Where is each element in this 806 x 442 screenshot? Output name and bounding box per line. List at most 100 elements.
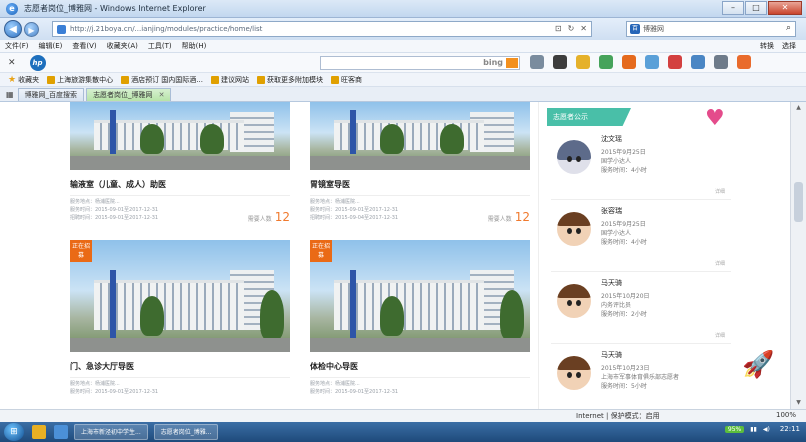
position-card[interactable]: 胃镜室导医 服务地点：杨浦医院... 服务时间：2015-09-01至2017-… <box>310 102 530 224</box>
fav-item-label: 酒店预订 国内国际酒... <box>131 75 203 84</box>
scroll-down-icon[interactable]: ▼ <box>794 399 803 407</box>
compat-icon[interactable]: ⊡ <box>555 24 562 33</box>
taskbar-item[interactable]: 上海市新泾初中学生... <box>74 424 148 440</box>
menu-tools[interactable]: 工具(T) <box>143 41 177 51</box>
hp-toolbar: ✕ hp bing <box>0 53 806 73</box>
search-icon[interactable]: ⌕ <box>786 23 791 33</box>
fav-item[interactable]: 获取更多附加模块 <box>256 75 323 85</box>
battery-indicator[interactable]: 95% <box>724 425 745 433</box>
volunteer-item[interactable]: 张容瑞 2015年9月25日 国学小达人 服务时间：4小时 详细 <box>551 202 731 272</box>
menu-file[interactable]: 文件(F) <box>0 41 34 51</box>
menu-favorites[interactable]: 收藏夹(A) <box>102 41 143 51</box>
volunteer-sidebar: 志愿者公示 ♥ 沈文瑶 2015年9月25日 国学小达人 服务时间：4小时 详细… <box>538 102 738 409</box>
menu-help[interactable]: 帮助(H) <box>177 41 212 51</box>
menu-view[interactable]: 查看(V) <box>67 41 101 51</box>
toolbar-search-input[interactable]: bing <box>320 56 520 70</box>
clock[interactable]: 22:11 <box>780 425 800 433</box>
tool-10-icon[interactable] <box>737 55 751 69</box>
tree-shape <box>140 124 164 154</box>
position-card[interactable]: 输液室（儿童、成人）助医 服务地点：杨浦医院... 服务时间：2015-09-0… <box>70 102 290 224</box>
avatar <box>557 284 591 318</box>
ie-taskbar-icon[interactable] <box>54 425 68 439</box>
tool-5-icon[interactable] <box>622 55 636 69</box>
fav-item[interactable]: 建议网站 <box>210 75 249 85</box>
card-title[interactable]: 胃镜室导医 <box>310 179 530 190</box>
menu-right-group: 转换 选择 <box>760 41 796 51</box>
tab-close-icon[interactable]: ✕ <box>159 91 165 99</box>
explorer-icon[interactable] <box>32 425 46 439</box>
volunteer-item[interactable]: 沈文瑶 2015年9月25日 国学小达人 服务时间：4小时 详细 <box>551 130 731 200</box>
tree-shape <box>500 290 524 340</box>
toolbar-search-go-button[interactable] <box>506 58 518 68</box>
maximize-button[interactable]: □ <box>745 1 767 15</box>
tool-2-icon[interactable] <box>553 55 567 69</box>
volunteer-info: 2015年9月25日 国学小达人 服务时间：4小时 <box>601 148 647 175</box>
address-bar[interactable]: http://j.21boya.cn/...ianjing/modules/pr… <box>52 21 592 37</box>
card-photo[interactable] <box>310 102 530 170</box>
url-text[interactable]: http://j.21boya.cn/...ianjing/modules/pr… <box>70 25 262 33</box>
address-actions: ⊡ ↻ ✕ <box>555 24 587 33</box>
zoom-level[interactable]: 100% <box>776 411 796 419</box>
position-card[interactable]: 正在招募 门、急诊大厅导医 服务地点：杨浦医院... 服务时间：2015-09-… <box>70 240 290 396</box>
fav-item[interactable]: 上海旅游集散中心 <box>47 75 113 85</box>
detail-link[interactable]: 详细 <box>715 332 725 339</box>
detail-link[interactable]: 详细 <box>715 188 725 195</box>
volunteer-date: 2015年9月25日 <box>601 221 646 228</box>
minimize-button[interactable]: – <box>722 1 744 15</box>
tool-7-icon[interactable] <box>668 55 682 69</box>
tool-6-icon[interactable] <box>645 55 659 69</box>
volunteer-hours: 服务时间：4小时 <box>601 239 647 246</box>
menu-edit[interactable]: 编辑(E) <box>34 41 68 51</box>
tool-4-icon[interactable] <box>599 55 613 69</box>
card-photo[interactable] <box>70 102 290 170</box>
card-photo[interactable]: 正在招募 <box>310 240 530 352</box>
quick-tabs-icon[interactable]: ▦ <box>6 90 14 99</box>
card-title[interactable]: 体检中心导医 <box>310 361 530 372</box>
stop-icon[interactable]: ✕ <box>580 24 587 33</box>
network-icon[interactable]: ▮▮ <box>750 426 757 433</box>
convert-button[interactable]: 转换 <box>760 41 774 51</box>
menu-bar: 文件(F) 编辑(E) 查看(V) 收藏夹(A) 工具(T) 帮助(H) 转换 … <box>0 40 806 53</box>
volunteer-item[interactable]: 马天骑 2015年10月20日 内务评比员 服务时间：2小时 详细 <box>551 274 731 344</box>
tab-volunteer[interactable]: 志愿者岗位_博雅网 ✕ <box>86 88 172 101</box>
close-button[interactable]: ✕ <box>768 1 802 15</box>
volunteer-org: 国学小达人 <box>601 230 632 237</box>
detail-link[interactable]: 详细 <box>715 260 725 267</box>
toolbar-close-icon[interactable]: ✕ <box>8 58 16 68</box>
tool-3-icon[interactable] <box>576 55 590 69</box>
avatar <box>557 140 591 174</box>
road-shape <box>70 338 290 352</box>
fav-item[interactable]: 旺客商 <box>330 75 362 85</box>
favorites-button[interactable]: ★ 收藏夹 <box>8 75 39 85</box>
volunteer-item[interactable]: 马天骑 2015年10月23日 上海市军事体育俱乐部志愿者 服务时间：5小时 <box>551 346 731 409</box>
fav-item[interactable]: 酒店预订 国内国际酒... <box>121 75 203 85</box>
forward-button[interactable]: ▶ <box>24 21 39 37</box>
volunteer-hours: 服务时间：4小时 <box>601 167 647 174</box>
refresh-icon[interactable]: ↻ <box>568 24 575 33</box>
card-location: 服务地点：杨浦医院... <box>310 377 530 388</box>
card-title[interactable]: 输液室（儿童、成人）助医 <box>70 179 290 190</box>
hp-logo-icon: hp <box>29 54 46 71</box>
window-controls: – □ ✕ <box>721 1 802 15</box>
search-box[interactable]: 百 博雅网 ⌕ <box>626 21 796 37</box>
volunteer-info: 2015年10月20日 内务评比员 服务时间：2小时 <box>601 292 650 319</box>
page-scrollbar[interactable]: ▲ ▼ <box>790 102 806 409</box>
tab-baidu[interactable]: 博雅网_百度搜索 <box>17 88 85 101</box>
volunteer-org: 国学小达人 <box>601 158 632 165</box>
tree-shape <box>440 124 464 154</box>
scroll-up-icon[interactable]: ▲ <box>794 104 803 112</box>
volunteer-name: 沈文瑶 <box>601 135 622 143</box>
tool-1-icon[interactable] <box>530 55 544 69</box>
card-photo[interactable]: 正在招募 <box>70 240 290 352</box>
volume-icon[interactable]: ◀) <box>763 426 770 433</box>
start-button[interactable]: ⊞ <box>4 423 24 441</box>
position-card[interactable]: 正在招募 体检中心导医 服务地点：杨浦医院... 服务时间：2015-09-01… <box>310 240 530 396</box>
tool-9-icon[interactable] <box>714 55 728 69</box>
taskbar-item[interactable]: 志愿者岗位_博雅... <box>153 424 219 440</box>
tool-8-icon[interactable] <box>691 55 705 69</box>
scroll-thumb[interactable] <box>794 182 803 222</box>
card-title[interactable]: 门、急诊大厅导医 <box>70 361 290 372</box>
back-to-top-rocket-icon[interactable]: 🚀 <box>742 350 774 386</box>
back-button[interactable]: ◀ <box>4 20 22 38</box>
select-button[interactable]: 选择 <box>782 41 796 51</box>
